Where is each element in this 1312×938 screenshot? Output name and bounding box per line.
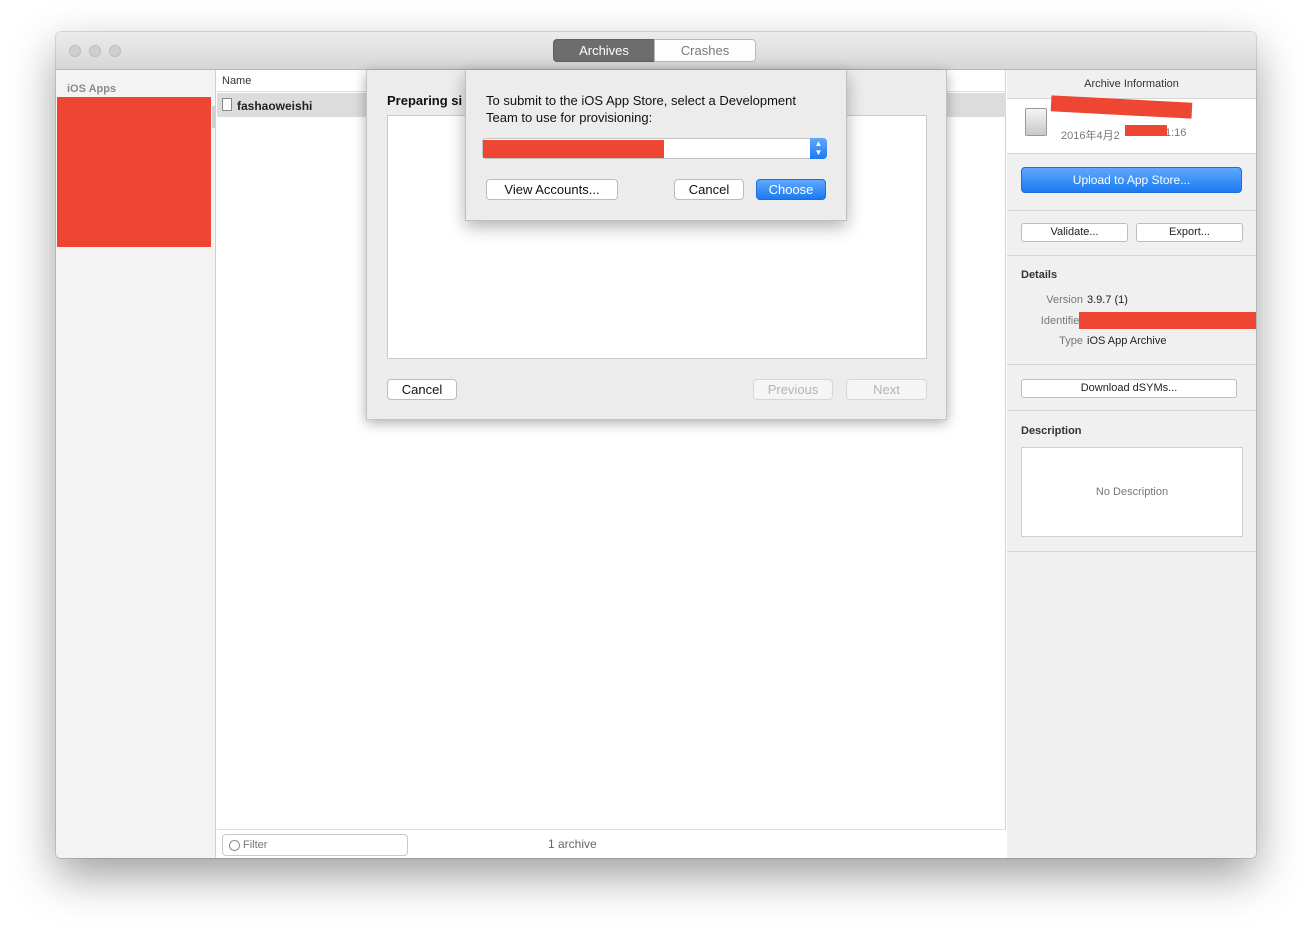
dialog-message: To submit to the iOS App Store, select a… <box>486 93 796 125</box>
archive-date: 2016年4月2 <box>1061 130 1120 142</box>
inspector-title: Archive Information <box>1084 78 1179 90</box>
export-button[interactable]: Export... <box>1136 223 1243 242</box>
version-label: Version <box>1046 294 1083 306</box>
archive-summary: 2016年4月2 1:16 <box>1007 95 1256 154</box>
close-window-icon[interactable] <box>69 45 81 57</box>
divider <box>1007 255 1256 256</box>
archive-count: 1 archive <box>548 837 597 851</box>
redacted-archive-name <box>1050 95 1193 119</box>
title-bar: Archives Crashes <box>56 32 1256 70</box>
description-header: Description <box>1021 425 1082 437</box>
view-accounts-button[interactable]: View Accounts... <box>486 179 618 200</box>
divider <box>1007 364 1256 365</box>
minimize-window-icon[interactable] <box>89 45 101 57</box>
tab-crashes[interactable]: Crashes <box>654 39 756 62</box>
redacted-team-name <box>483 140 664 158</box>
sheet-cancel-button[interactable]: Cancel <box>387 379 457 400</box>
archive-name: fashaoweishi <box>237 99 313 113</box>
sidebar-header: iOS Apps <box>67 83 117 95</box>
filter-field[interactable] <box>222 834 408 856</box>
description-text: No Description <box>1095 486 1169 498</box>
column-header-name[interactable]: Name <box>222 75 251 87</box>
organizer-window: Archives Crashes iOS Apps Name fashaowei… <box>56 32 1256 858</box>
type-label: Type <box>1059 335 1083 347</box>
sidebar: iOS Apps <box>56 70 216 858</box>
description-box[interactable]: No Description <box>1021 447 1243 537</box>
next-button[interactable]: Next <box>846 379 927 400</box>
download-dsyms-button[interactable]: Download dSYMs... <box>1021 379 1237 398</box>
choose-button[interactable]: Choose <box>756 179 826 200</box>
filter-input[interactable] <box>243 838 403 852</box>
redacted-archive-date <box>1125 125 1167 136</box>
archive-icon <box>1025 108 1047 136</box>
team-selection-dialog: To submit to the iOS App Store, select a… <box>465 70 847 221</box>
type-value: iOS App Archive <box>1087 335 1167 347</box>
dialog-cancel-button[interactable]: Cancel <box>674 179 744 200</box>
tab-archives[interactable]: Archives <box>553 39 655 62</box>
upload-to-app-store-button[interactable]: Upload to App Store... <box>1021 167 1242 193</box>
archive-time: 1:16 <box>1165 127 1187 139</box>
team-popup[interactable]: ▲ ▼ <box>482 138 827 159</box>
previous-button[interactable]: Previous <box>753 379 833 400</box>
divider <box>1007 210 1256 211</box>
details-header: Details <box>1021 269 1058 281</box>
redacted-identifier <box>1079 312 1256 329</box>
inspector-panel: Archive Information 2016年4月2 1:16 Upload… <box>1007 70 1256 858</box>
redacted-app-list <box>57 97 211 247</box>
popup-arrows-icon: ▲ ▼ <box>810 138 827 159</box>
inspector-header: Archive Information <box>1007 70 1256 99</box>
version-value: 3.9.7 (1) <box>1087 294 1128 306</box>
sidebar-resize-handle[interactable] <box>212 106 216 128</box>
filter-icon <box>229 840 240 851</box>
identifier-label: Identifier <box>1040 315 1083 327</box>
sheet-title: Preparing si <box>387 93 463 108</box>
list-footer: 1 archive <box>217 829 1006 858</box>
archive-file-icon <box>222 98 232 111</box>
zoom-window-icon[interactable] <box>109 45 121 57</box>
divider <box>1007 410 1256 411</box>
divider <box>1007 551 1256 552</box>
validate-button[interactable]: Validate... <box>1021 223 1128 242</box>
